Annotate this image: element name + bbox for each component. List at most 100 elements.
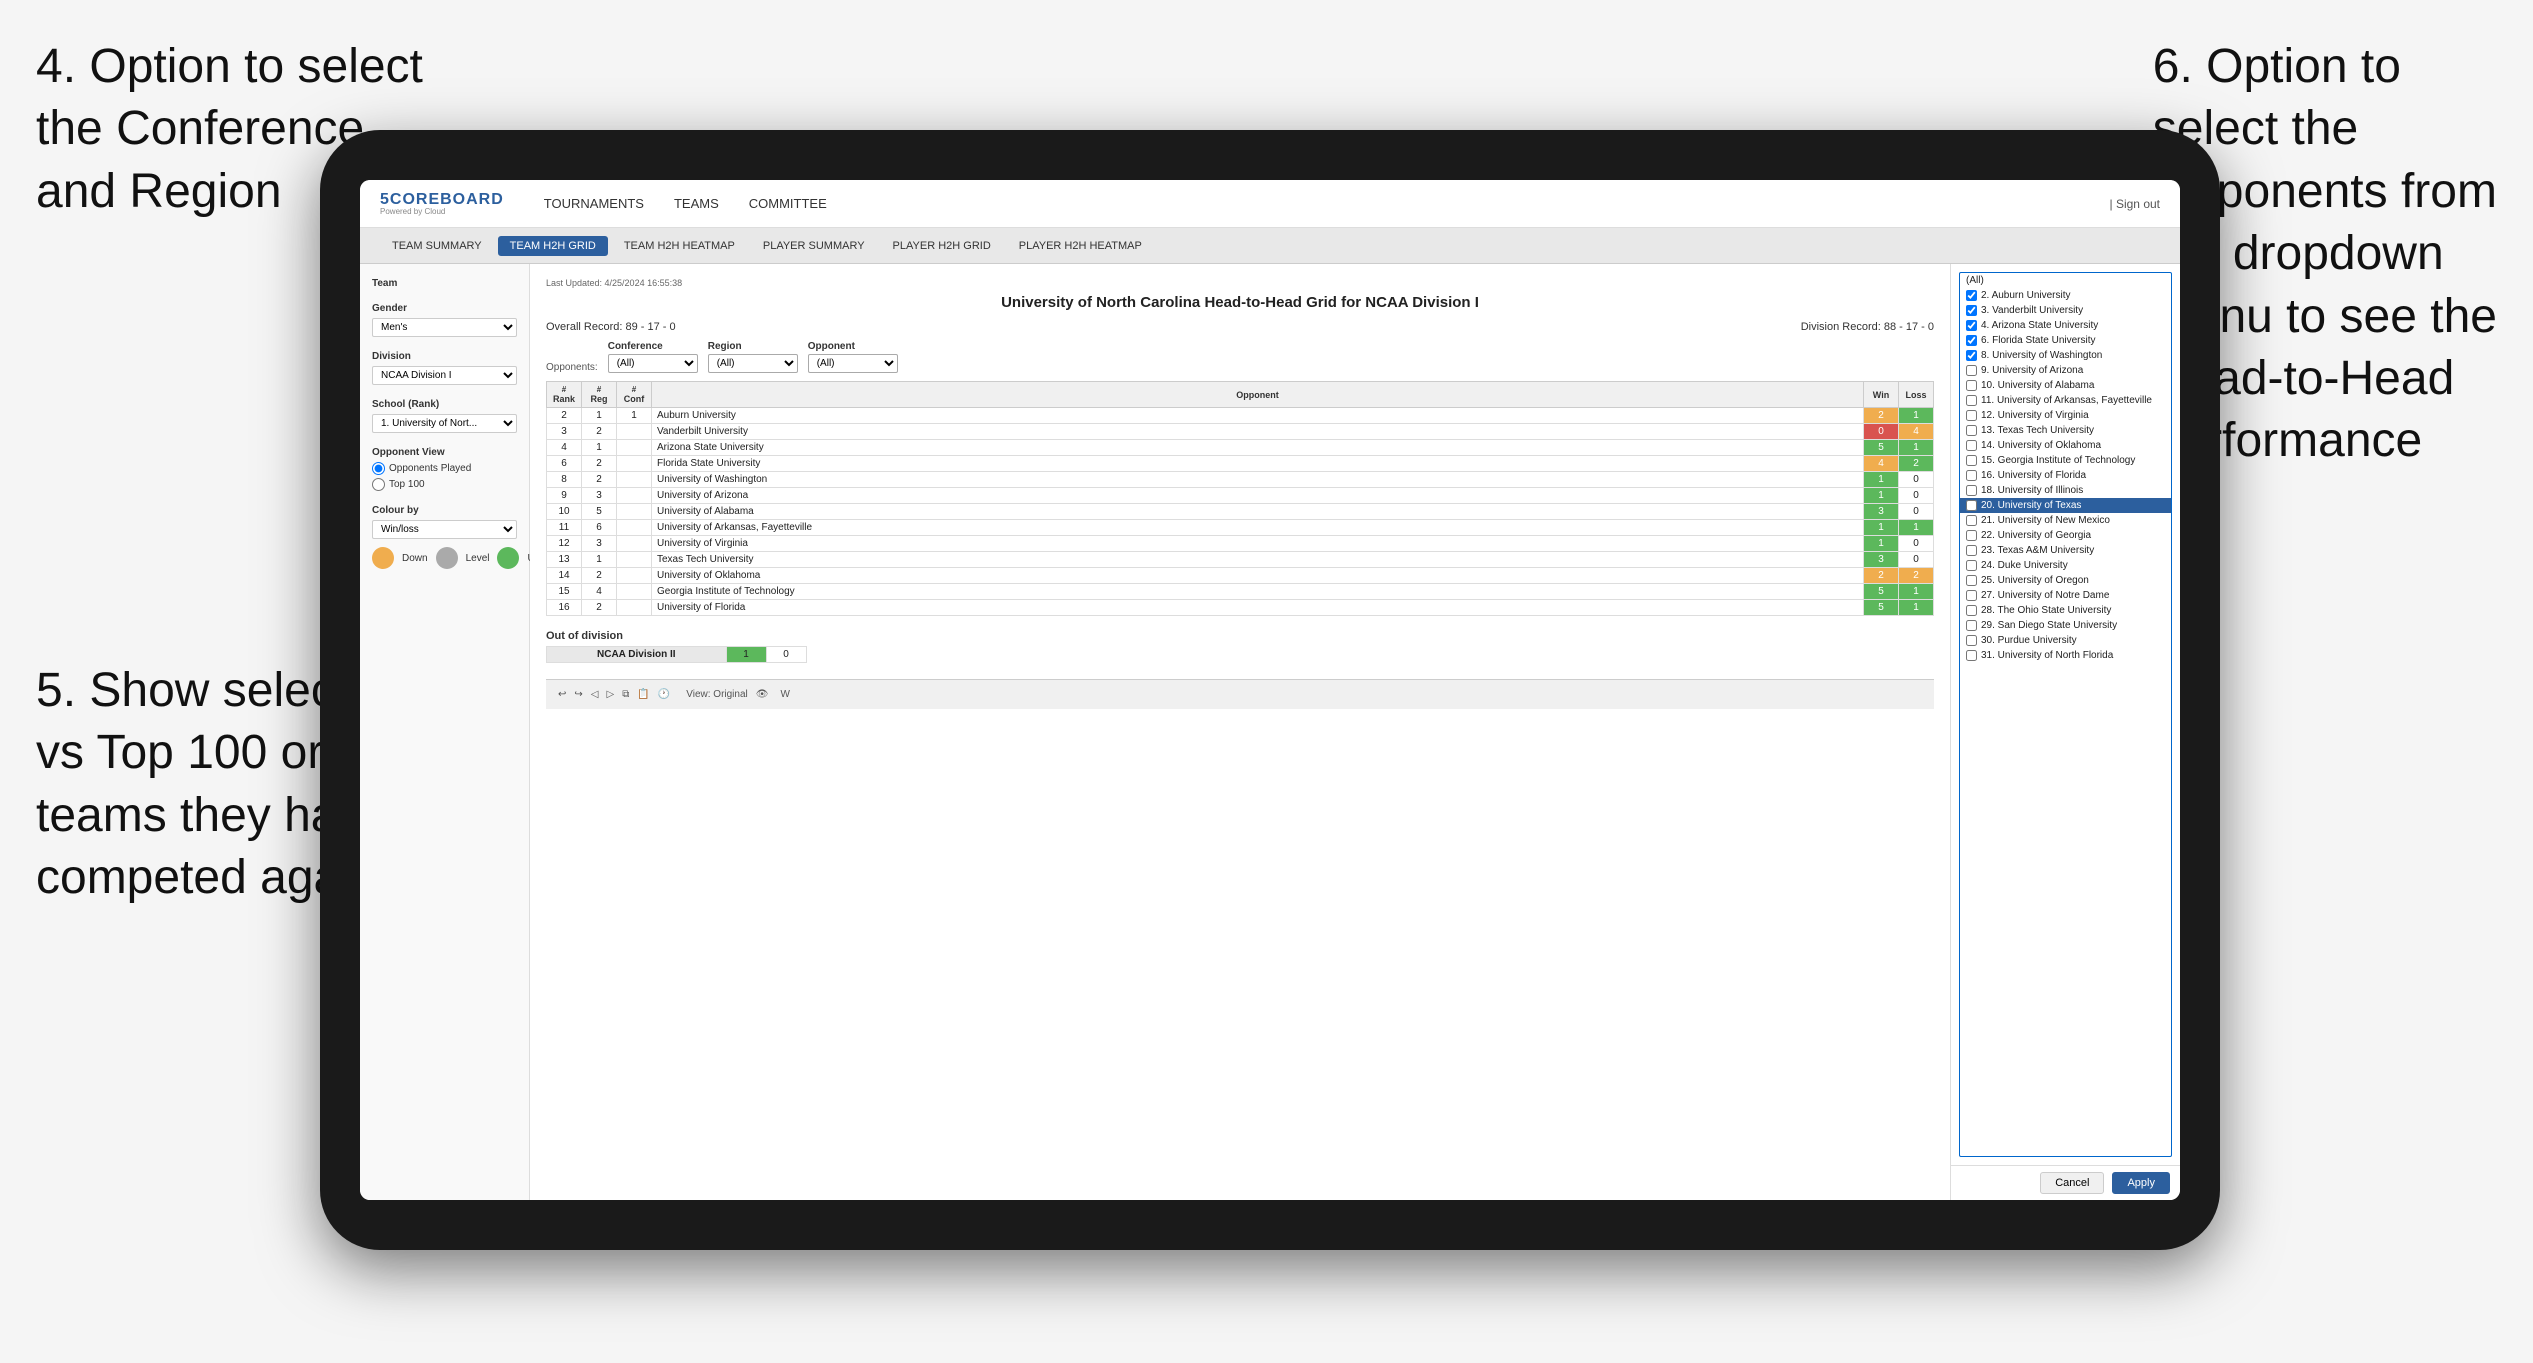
dropdown-item[interactable]: 23. Texas A&M University: [1960, 543, 2171, 558]
table-row: 11 6 University of Arkansas, Fayettevill…: [547, 520, 1934, 536]
dropdown-item[interactable]: 16. University of Florida: [1960, 468, 2171, 483]
school-select[interactable]: 1. University of Nort...: [372, 414, 517, 433]
out-division-loss: 0: [766, 647, 806, 663]
dropdown-item[interactable]: 10. University of Alabama: [1960, 378, 2171, 393]
table-row: 16 2 University of Florida 5 1: [547, 600, 1934, 616]
dropdown-item[interactable]: 9. University of Arizona: [1960, 363, 2171, 378]
apply-button[interactable]: Apply: [2112, 1172, 2170, 1194]
cell-opponent-name: Texas Tech University: [652, 552, 1864, 568]
nav-committee[interactable]: COMMITTEE: [749, 196, 827, 211]
cell-rank: 16: [547, 600, 582, 616]
dropdown-item[interactable]: 24. Duke University: [1960, 558, 2171, 573]
subnav-player-h2h-grid[interactable]: PLAYER H2H GRID: [881, 236, 1003, 256]
report-header: University of North Carolina Head-to-Hea…: [546, 294, 1934, 311]
colour-select[interactable]: Win/loss: [372, 520, 517, 539]
subnav-player-h2h-heatmap[interactable]: PLAYER H2H HEATMAP: [1007, 236, 1154, 256]
toolbar-undo[interactable]: ↩: [558, 689, 566, 700]
cancel-button[interactable]: Cancel: [2040, 1172, 2104, 1194]
legend-down-label: Down: [402, 553, 428, 564]
conference-filter[interactable]: (All): [608, 354, 698, 373]
opponent-filter[interactable]: (All): [808, 354, 898, 373]
cell-win: 1: [1864, 472, 1899, 488]
region-filter[interactable]: (All): [708, 354, 798, 373]
dropdown-item[interactable]: 15. Georgia Institute of Technology: [1960, 453, 2171, 468]
cell-opponent-name: Florida State University: [652, 456, 1864, 472]
cell-opponent-name: University of Alabama: [652, 504, 1864, 520]
gender-select[interactable]: Men's: [372, 318, 517, 337]
left-panel: Team Gender Men's Division NCAA Division…: [360, 264, 530, 1200]
table-row: 12 3 University of Virginia 1 0: [547, 536, 1934, 552]
cell-rank: 4: [547, 440, 582, 456]
nav-tournaments[interactable]: TOURNAMENTS: [544, 196, 644, 211]
dropdown-list[interactable]: (All)2. Auburn University3. Vanderbilt U…: [1959, 272, 2172, 1157]
opponents-label: Opponents:: [546, 362, 598, 373]
dropdown-item[interactable]: 13. Texas Tech University: [1960, 423, 2171, 438]
dropdown-item[interactable]: 20. University of Texas: [1960, 498, 2171, 513]
cell-opponent-name: Georgia Institute of Technology: [652, 584, 1864, 600]
cell-loss: 1: [1899, 408, 1934, 424]
cell-conf: [617, 584, 652, 600]
toolbar-paste[interactable]: 📋: [637, 689, 649, 700]
dropdown-item[interactable]: 11. University of Arkansas, Fayetteville: [1960, 393, 2171, 408]
th-conf: #Conf: [617, 382, 652, 408]
dropdown-item[interactable]: 14. University of Oklahoma: [1960, 438, 2171, 453]
cell-conf: [617, 424, 652, 440]
dropdown-item[interactable]: 25. University of Oregon: [1960, 573, 2171, 588]
nav-sign-out[interactable]: | Sign out: [2110, 197, 2160, 211]
radio-opponents-played[interactable]: Opponents Played: [372, 462, 517, 475]
th-reg: #Reg: [582, 382, 617, 408]
toolbar-forward[interactable]: ▷: [606, 689, 614, 700]
cell-rank: 2: [547, 408, 582, 424]
toolbar-copy[interactable]: ⧉: [622, 689, 629, 700]
cell-win: 2: [1864, 568, 1899, 584]
cell-win: 4: [1864, 456, 1899, 472]
nav-teams[interactable]: TEAMS: [674, 196, 719, 211]
dropdown-item[interactable]: (All): [1960, 273, 2171, 288]
cell-loss: 1: [1899, 600, 1934, 616]
dropdown-item[interactable]: 27. University of Notre Dame: [1960, 588, 2171, 603]
cell-reg: 3: [582, 488, 617, 504]
dropdown-item[interactable]: 6. Florida State University: [1960, 333, 2171, 348]
radio-top100[interactable]: Top 100: [372, 478, 517, 491]
subnav-player-summary[interactable]: PLAYER SUMMARY: [751, 236, 877, 256]
dropdown-item[interactable]: 30. Purdue University: [1960, 633, 2171, 648]
cell-reg: 6: [582, 520, 617, 536]
dropdown-item[interactable]: 29. San Diego State University: [1960, 618, 2171, 633]
cell-reg: 5: [582, 504, 617, 520]
cell-opponent-name: University of Florida: [652, 600, 1864, 616]
cell-loss: 0: [1899, 552, 1934, 568]
toolbar-redo[interactable]: ↪: [574, 689, 582, 700]
division-select[interactable]: NCAA Division I: [372, 366, 517, 385]
cell-conf: [617, 472, 652, 488]
cell-reg: 2: [582, 568, 617, 584]
last-updated: Last Updated: 4/25/2024 16:55:38: [546, 278, 1934, 288]
dropdown-item[interactable]: 22. University of Georgia: [1960, 528, 2171, 543]
toolbar-back[interactable]: ◁: [591, 689, 599, 700]
dropdown-item[interactable]: 3. Vanderbilt University: [1960, 303, 2171, 318]
dropdown-item[interactable]: 8. University of Washington: [1960, 348, 2171, 363]
table-row: 8 2 University of Washington 1 0: [547, 472, 1934, 488]
conference-filter-label: Conference: [608, 341, 698, 352]
filters-row: Opponents: Conference (All) Region (All): [546, 341, 1934, 373]
dropdown-item[interactable]: 31. University of North Florida: [1960, 648, 2171, 663]
dropdown-item[interactable]: 4. Arizona State University: [1960, 318, 2171, 333]
opponent-filter-label: Opponent: [808, 341, 898, 352]
dropdown-item[interactable]: 28. The Ohio State University: [1960, 603, 2171, 618]
cell-reg: 1: [582, 440, 617, 456]
dropdown-item[interactable]: 18. University of Illinois: [1960, 483, 2171, 498]
out-division-name: NCAA Division II: [547, 647, 727, 663]
subnav-team-summary[interactable]: TEAM SUMMARY: [380, 236, 494, 256]
cell-loss: 1: [1899, 520, 1934, 536]
cell-win: 3: [1864, 552, 1899, 568]
out-of-division-table: NCAA Division II 1 0: [546, 646, 807, 663]
dropdown-item[interactable]: 21. University of New Mexico: [1960, 513, 2171, 528]
dropdown-item[interactable]: 2. Auburn University: [1960, 288, 2171, 303]
cell-opponent-name: Auburn University: [652, 408, 1864, 424]
subnav-team-h2h-grid[interactable]: TEAM H2H GRID: [498, 236, 608, 256]
out-division-win: 1: [726, 647, 766, 663]
dropdown-item[interactable]: 12. University of Virginia: [1960, 408, 2171, 423]
center-panel: Last Updated: 4/25/2024 16:55:38 Univers…: [530, 264, 1950, 1200]
cell-rank: 8: [547, 472, 582, 488]
subnav-team-h2h-heatmap[interactable]: TEAM H2H HEATMAP: [612, 236, 747, 256]
cell-loss: 0: [1899, 472, 1934, 488]
